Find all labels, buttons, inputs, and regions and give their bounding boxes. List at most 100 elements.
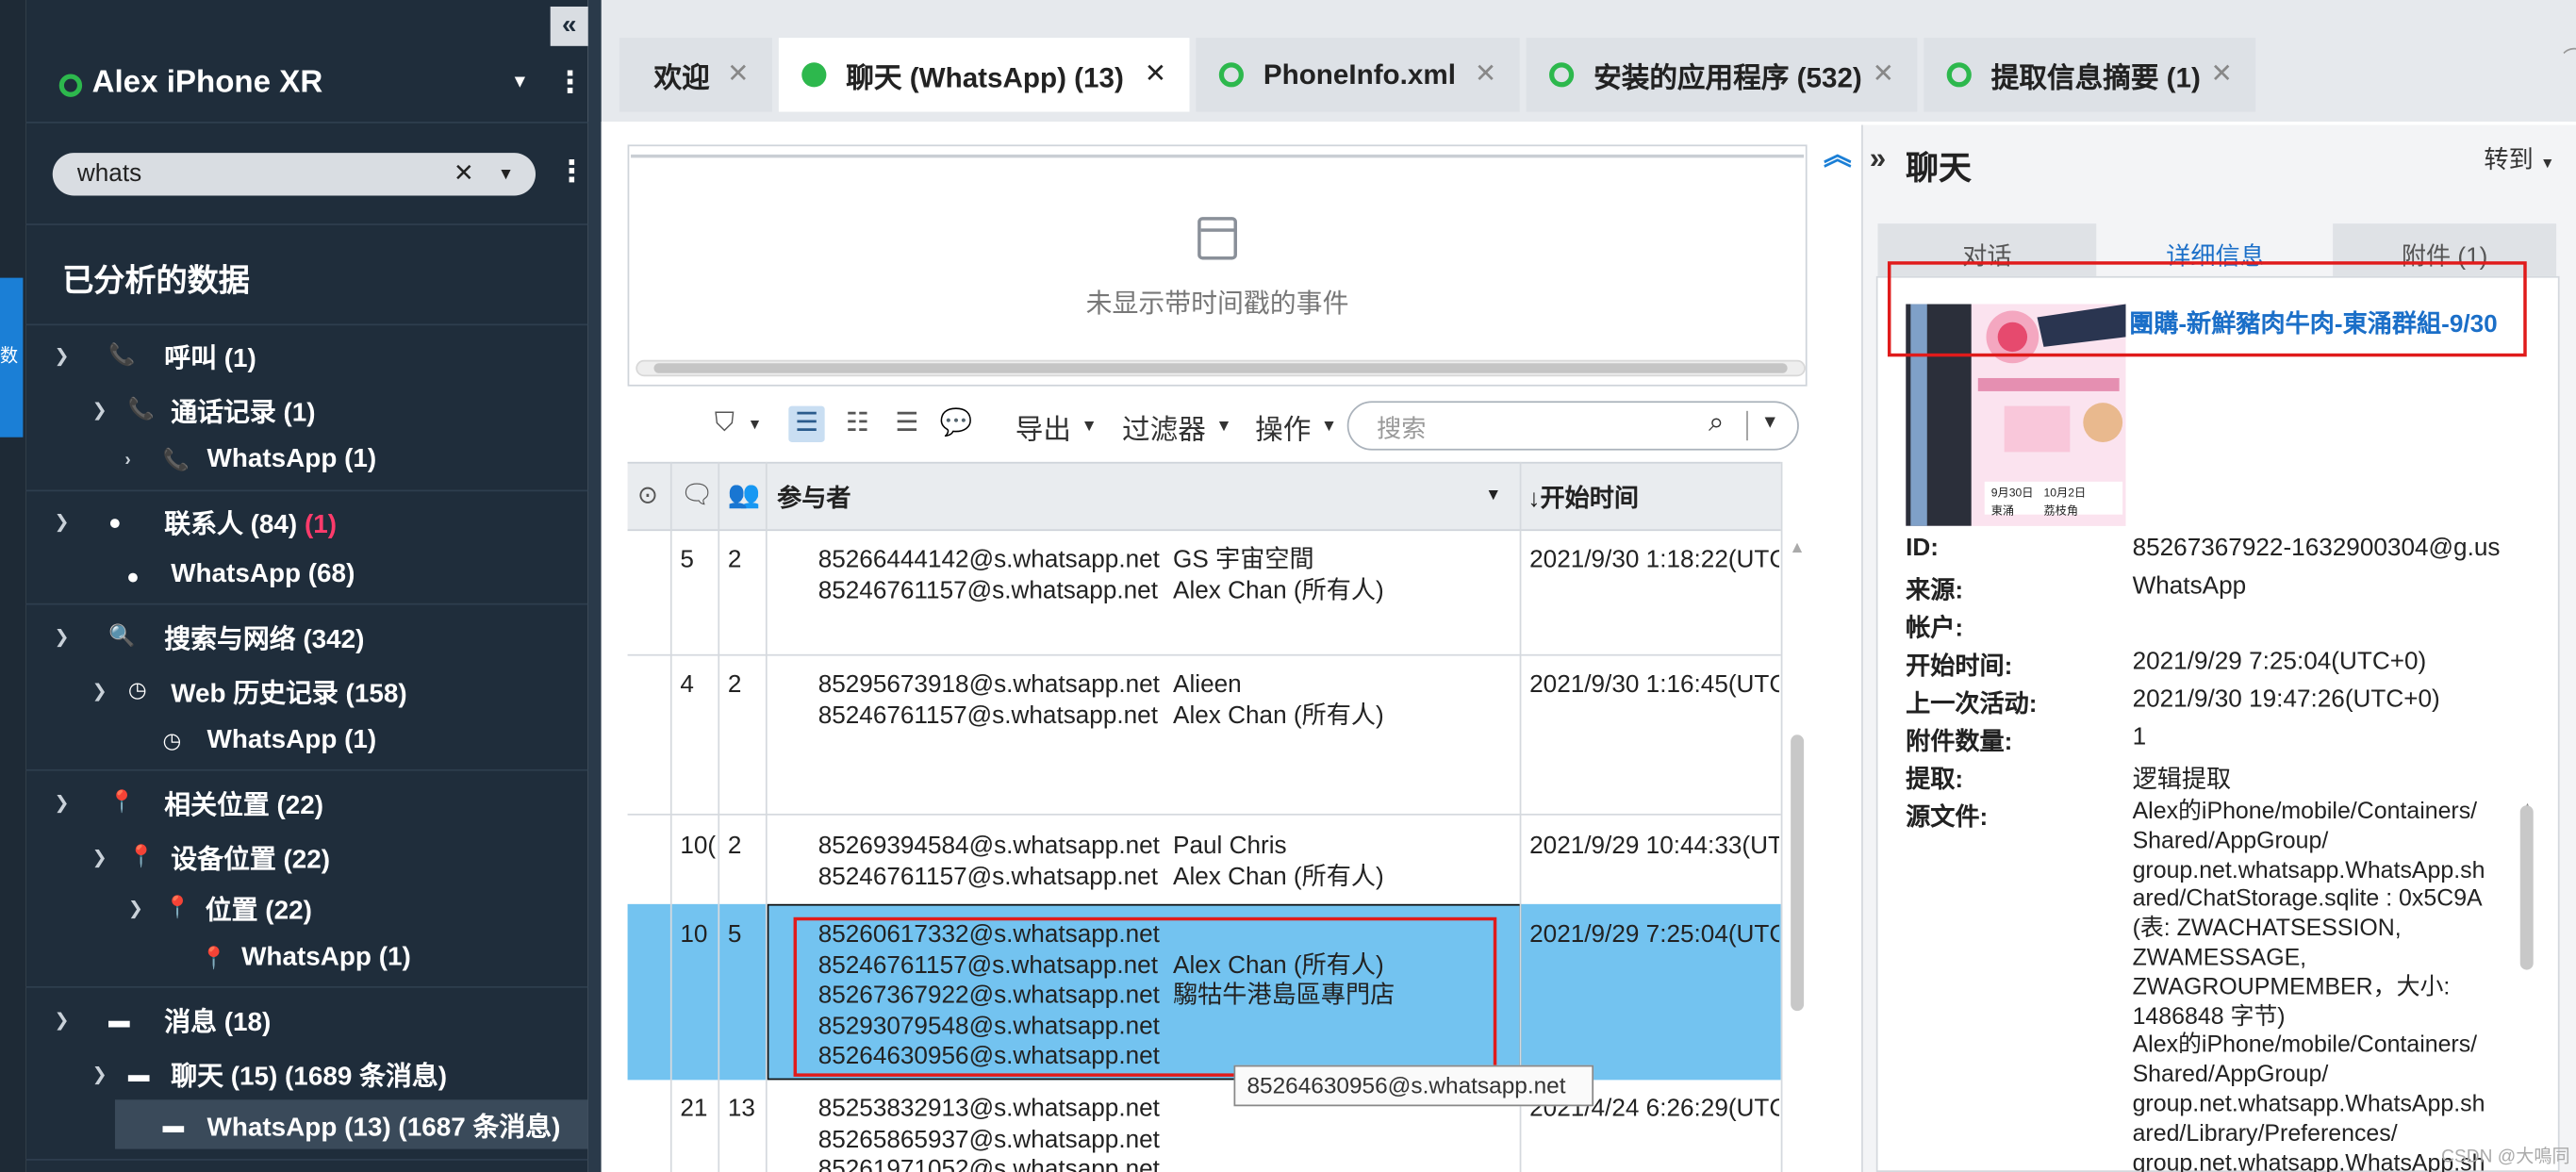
participant-id: 85246761157@s.whatsapp.net	[817, 701, 1158, 730]
participant-id: 85265865937@s.whatsapp.net	[817, 1125, 1160, 1153]
export-button[interactable]: 导出 ▼	[1016, 404, 1098, 447]
source-file-line: (表: ZWACHATSESSION,	[2132, 916, 2402, 943]
search-options-icon[interactable]: ▼	[1761, 413, 1779, 433]
collapse-sidebar-icon[interactable]: «	[550, 6, 588, 46]
image-caption: 東涌	[1990, 505, 2015, 519]
participant-id: 85261971052@s.whatsapp.net	[817, 1155, 1160, 1172]
participants-column-icon[interactable]: 👥	[728, 478, 761, 511]
device-name: Alex iPhone XR	[91, 65, 323, 101]
timeline-area	[631, 154, 1805, 375]
conversation-view-icon[interactable]: 💬	[938, 406, 974, 442]
tree-item-web-whatsapp[interactable]: ◷ WhatsApp (1)	[26, 717, 588, 766]
participants-column-header[interactable]: 参与者	[777, 480, 850, 515]
device-dropdown-icon[interactable]: ▼	[511, 73, 529, 92]
search-icon[interactable]: ⌕	[1709, 406, 1725, 439]
tab-chat-whatsapp[interactable]: 聊天 (WhatsApp) (13) ✕	[778, 38, 1190, 112]
source-file-line: Shared/AppGroup/	[2132, 1062, 2329, 1089]
call-log-icon: 📞	[127, 396, 156, 421]
analyzed-data-title: 已分析的数据	[62, 264, 250, 300]
close-tab-icon[interactable]: ✕	[1475, 58, 1496, 91]
field-label: 帐户:	[1906, 615, 1964, 643]
tree-item-contacts-whatsapp[interactable]: ● WhatsApp (68)	[26, 551, 588, 600]
collapse-timeline-icon[interactable]: ︽	[1824, 131, 1852, 173]
participant-count-cell: 13	[727, 1095, 755, 1123]
tree-item-search-web[interactable]: ❯ 🔍 搜索与网络 (342)	[26, 612, 588, 661]
status-dot-icon	[1549, 62, 1575, 88]
goto-button[interactable]: 转到 ▼	[2484, 141, 2554, 176]
search-menu-icon[interactable]: ⋮	[557, 155, 586, 190]
expand-panel-icon[interactable]: »	[1870, 141, 1886, 176]
message-count-cell: 5	[680, 545, 694, 574]
close-tab-icon[interactable]: ✕	[1873, 58, 1894, 91]
field-label: 附件数量:	[1906, 728, 2013, 756]
source-file-line: ZWAMESSAGE,	[2132, 945, 2307, 972]
tree-item-locations[interactable]: ❯ 📍 相关位置 (22)	[26, 778, 588, 827]
close-tab-icon[interactable]: ✕	[2210, 58, 2232, 91]
clock-icon: ◷	[162, 728, 182, 753]
highlight-box	[793, 916, 1497, 1077]
message-icon: ▬	[107, 1006, 130, 1032]
close-tab-icon[interactable]: ✕	[1145, 58, 1166, 91]
tab-phoneinfo[interactable]: PhoneInfo.xml ✕	[1196, 38, 1520, 112]
tree-item-chats[interactable]: ❯ ▬ 聊天 (15) (1689 条消息)	[26, 1048, 588, 1098]
source-file-line: Alex的iPhone/mobile/Containers/	[2132, 1032, 2478, 1060]
column-filter-icon[interactable]: ▼	[1485, 487, 1501, 504]
participant-name: Alex Chan (所有人)	[1173, 701, 1384, 730]
search-options-icon[interactable]: ▼	[498, 166, 514, 184]
strip-active-tab[interactable]: 数	[0, 277, 24, 437]
start-time-cell: 2021/9/29 10:44:33(UTC	[1529, 832, 1779, 860]
tree-item-position[interactable]: ❯ 📍 位置 (22)	[26, 883, 588, 932]
clear-search-icon[interactable]: ✕	[454, 157, 474, 188]
device-menu-icon[interactable]: ⋮	[555, 66, 585, 101]
participant-name: GS 宇宙空間	[1173, 545, 1314, 574]
filter-button[interactable]: 过滤器 ▼	[1122, 404, 1232, 447]
action-button[interactable]: 操作 ▼	[1255, 404, 1337, 447]
tree-item-web-history[interactable]: ❯ ◷ Web 历史记录 (158)	[26, 666, 588, 715]
location-column-icon[interactable]: ⊙	[637, 480, 658, 510]
search-divider	[1746, 410, 1748, 441]
grid-search-placeholder: 搜索	[1377, 416, 1427, 444]
field-label: ID:	[1906, 534, 1939, 563]
sidebar-divider	[25, 603, 588, 605]
tree-item-call-log[interactable]: ❯ 📞 通话记录 (1)	[26, 385, 588, 434]
tab-welcome[interactable]: 欢迎 ✕	[619, 38, 772, 112]
sidebar-search-input[interactable]: whats	[77, 159, 141, 188]
chevron-down-icon: ▼	[1081, 416, 1098, 436]
tree-item-chats-whatsapp[interactable]: ▬ WhatsApp (13) (1687 条消息)	[114, 1099, 588, 1149]
message-count-column-icon[interactable]: 🗨	[680, 478, 713, 511]
tag-dropdown-icon[interactable]: ▼	[748, 416, 763, 432]
checklist-view-icon[interactable]: ☷	[839, 406, 875, 442]
scroll-up-icon[interactable]: ▲	[1789, 539, 1805, 557]
participant-name: Alex Chan (所有人)	[1173, 862, 1384, 891]
detail-scrollbar-thumb[interactable]	[2519, 805, 2534, 970]
tag-icon[interactable]: ⛉	[706, 406, 742, 442]
message-count-cell: 4	[680, 670, 694, 699]
field-value: 逻辑提取	[2132, 766, 2232, 795]
source-file-line: Shared/AppGroup/	[2132, 828, 2329, 855]
tab-extraction-summary[interactable]: 提取信息摘要 (1) ✕	[1924, 38, 2256, 112]
start-time-cell: 2021/9/30 1:18:22(UTC	[1529, 545, 1779, 574]
start-time-column-header[interactable]: ↓开始时间	[1527, 480, 1639, 515]
detail-list-icon[interactable]: ☰	[889, 406, 925, 442]
field-label: 来源:	[1906, 576, 1964, 605]
tree-item-calls[interactable]: ❯ 📞 呼叫 (1)	[26, 330, 588, 379]
tab-overflow-icon[interactable]: ⌒	[2563, 42, 2576, 75]
start-time-cell: 2021/9/30 1:16:45(UTC	[1529, 670, 1779, 699]
grid-scrollbar-thumb[interactable]	[1791, 735, 1805, 1012]
chevron-down-icon: ▼	[2539, 154, 2555, 172]
tree-item-contacts[interactable]: ❯ ● 联系人 (84) (1)	[26, 496, 588, 545]
source-file-line: ZWAGROUPMEMBER，大小:	[2132, 974, 2451, 1001]
highlight-box	[1887, 261, 2527, 357]
tree-item-position-whatsapp[interactable]: 📍 WhatsApp (1)	[26, 933, 588, 982]
tree-item-call-whatsapp[interactable]: › 📞 WhatsApp (1)	[26, 436, 588, 485]
timeline-scrollbar-thumb[interactable]	[653, 363, 1788, 373]
close-tab-icon[interactable]: ✕	[727, 58, 749, 91]
source-file-line: group.net.whatsapp.WhatsApp.sh	[2132, 857, 2485, 884]
field-label: 上一次活动:	[1906, 690, 2038, 718]
new-count-badge: (1)	[304, 511, 338, 539]
location-pin-icon: 📍	[164, 894, 191, 919]
list-view-icon[interactable]: ☰	[788, 405, 825, 442]
tab-installed-apps[interactable]: 安装的应用程序 (532) ✕	[1526, 38, 1918, 112]
tree-item-device-locations[interactable]: ❯ 📍 设备位置 (22)	[26, 832, 588, 881]
tree-item-messages[interactable]: ❯ ▬ 消息 (18)	[26, 995, 588, 1044]
